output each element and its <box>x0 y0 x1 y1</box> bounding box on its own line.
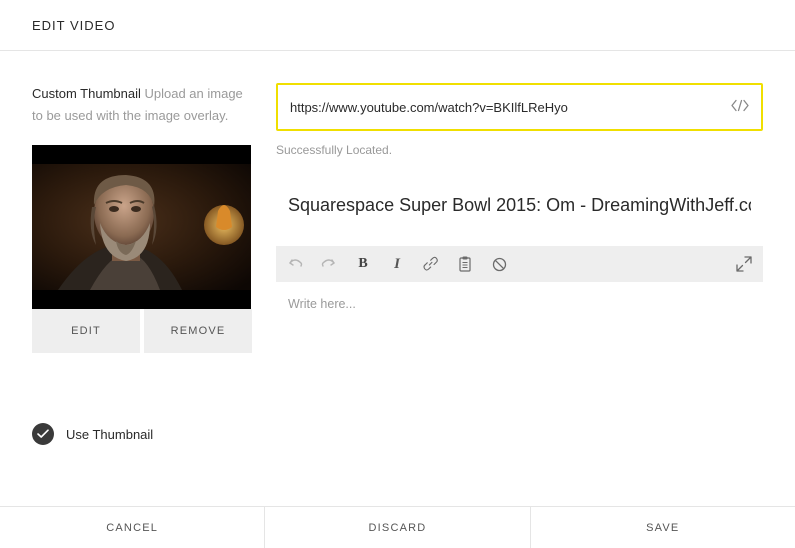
use-thumbnail-row: Use Thumbnail <box>32 423 252 445</box>
description-editor: B I Write here... <box>276 246 763 442</box>
discard-button[interactable]: DISCARD <box>265 507 530 548</box>
modal-footer: CANCEL DISCARD SAVE <box>0 506 795 548</box>
thumbnail-image <box>32 145 251 309</box>
save-button[interactable]: SAVE <box>531 507 795 548</box>
editor-toolbar: B I <box>276 246 763 282</box>
redo-icon[interactable] <box>320 255 338 273</box>
italic-icon[interactable]: I <box>388 255 406 273</box>
url-status-text: Successfully Located. <box>276 143 763 157</box>
custom-thumbnail-description: Custom Thumbnail Upload an image to be u… <box>32 83 252 127</box>
clear-format-icon[interactable] <box>490 255 508 273</box>
modal-title: EDIT VIDEO <box>32 18 763 33</box>
left-column: Custom Thumbnail Upload an image to be u… <box>32 83 252 445</box>
editor-placeholder: Write here... <box>288 297 356 311</box>
modal-content: Custom Thumbnail Upload an image to be u… <box>0 51 795 445</box>
check-icon <box>37 429 49 439</box>
expand-icon[interactable] <box>735 255 753 273</box>
cancel-button[interactable]: CANCEL <box>0 507 265 548</box>
undo-icon[interactable] <box>286 255 304 273</box>
thumbnail-actions: EDIT REMOVE <box>32 309 252 353</box>
use-thumbnail-label: Use Thumbnail <box>66 427 153 442</box>
editor-textarea[interactable]: Write here... <box>276 282 763 442</box>
right-column: Successfully Located. B I <box>276 83 763 445</box>
video-url-field-wrap <box>276 83 763 131</box>
custom-thumbnail-label: Custom Thumbnail <box>32 86 141 101</box>
modal-header: EDIT VIDEO <box>0 0 795 51</box>
thumbnail-preview[interactable] <box>32 145 251 309</box>
clipboard-icon[interactable] <box>456 255 474 273</box>
embed-code-icon[interactable] <box>731 100 749 115</box>
use-thumbnail-toggle[interactable] <box>32 423 54 445</box>
video-url-input[interactable] <box>290 100 721 115</box>
remove-thumbnail-button[interactable]: REMOVE <box>144 309 252 353</box>
video-title-input[interactable] <box>276 185 763 226</box>
link-icon[interactable] <box>422 255 440 273</box>
edit-thumbnail-button[interactable]: EDIT <box>32 309 140 353</box>
bold-icon[interactable]: B <box>354 255 372 273</box>
